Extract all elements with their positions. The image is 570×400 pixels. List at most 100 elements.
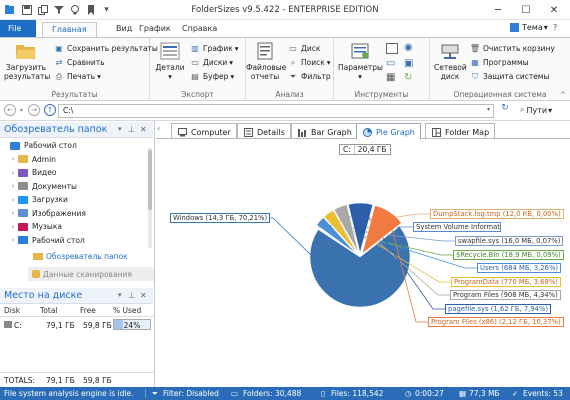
file-reports-label: Файловые отчеты [246,63,287,81]
load-results-label: Загрузить результаты [4,63,51,81]
drive-icon [4,321,12,328]
load-results-button[interactable]: Загрузить результаты [4,41,51,81]
terminal-icon[interactable]: ▦ [386,72,395,83]
expand-icon[interactable]: › [8,236,18,244]
status-bar: File system analysis engine is idle. ⏷ F… [0,387,570,400]
dropdown-icon[interactable]: ▾ [118,291,122,299]
tab-folder-map[interactable]: Folder Map [425,123,496,138]
disk-space-header: Место на диске ▾ ⊥ ✕ [0,288,153,304]
pin-icon[interactable]: ⊥ [128,291,135,300]
pin-icon[interactable]: ⊥ [128,125,135,134]
col-total[interactable]: Total [40,306,58,315]
tree-item[interactable]: Рабочий стол [0,139,77,152]
tab-details[interactable]: Details [237,123,291,138]
status-filter: Filter: Disabled [163,389,219,398]
tab-file[interactable]: File [0,20,36,37]
filter-button[interactable]: ⏷ Фильтр [288,70,331,83]
close-icon[interactable]: ✕ [140,125,147,134]
back-button[interactable]: ← [4,104,16,116]
params-button[interactable]: Параметры ▾ [338,41,383,81]
save-results-button[interactable]: ▣ Сохранить результаты [54,42,158,55]
print-button[interactable]: ⎙ Печать ▾ [54,70,101,83]
path-input[interactable]: C:\ [58,104,494,118]
tab-computer[interactable]: Computer [171,123,237,138]
tree-item[interactable]: › Музыка [0,220,62,233]
scan-icon[interactable]: ▣ [404,58,413,69]
tab-folder-browser-label: Обозреватель папок [46,252,128,261]
title-bar: ▾ FolderSizes v9.5.422 - ENTERPRISE EDIT… [0,0,570,20]
maximize-button[interactable]: ☐ [512,0,540,20]
expand-icon[interactable]: › [8,155,18,163]
details-button[interactable]: Детали ▾ [154,41,186,81]
back-dropdown-icon[interactable]: ▾ [20,107,23,114]
group-tools-label: Инструменты [354,90,409,99]
paths-label: Пути [526,105,548,115]
tab-pie-graph[interactable]: Pie Graph [356,123,421,139]
tree-item[interactable]: › Видео [0,166,57,179]
export-graph-button[interactable]: ▥ График ▾ [190,42,238,55]
expand-icon[interactable]: › [8,182,18,190]
programs-button[interactable]: ▦ Программы [470,56,528,69]
expand-icon[interactable]: › [8,223,18,231]
scroll-left-icon[interactable]: ‹ [157,124,165,137]
up-button[interactable]: ↑ [44,104,56,116]
expand-icon[interactable]: › [8,196,18,204]
go-button[interactable]: ↻ [498,103,512,117]
folder-icon [18,182,28,190]
group-analysis: Файловые отчеты ▭ Диск ⌕ Поиск ▾ ⏷ Фильтр Ан… [246,38,334,101]
tree-item-label: Документы [32,181,77,191]
export-disks-label: Диски [203,58,228,67]
disk-button[interactable]: ▭ Диск [288,42,320,55]
tree-item[interactable]: › Рабочий стол [0,234,85,247]
expand-icon[interactable]: › [8,169,18,177]
tab-scan-data[interactable]: Данные сканирования [28,267,154,281]
tab-bar-graph[interactable]: Bar Graph [291,123,358,138]
col-disk[interactable]: Disk [4,306,20,315]
dropdown-icon[interactable]: ▾ [118,125,122,133]
monitor-icon[interactable]: ▭ [386,58,395,69]
status-folders: Folders: 30,488 [243,389,302,398]
clean-bin-button[interactable]: 🗑 Очистить корзину [470,42,555,55]
col-used[interactable]: % Used [113,306,141,315]
minimize-button[interactable]: ─ [484,0,512,20]
address-bar: ← ▾ → ↑ C:\ ▾ ↻ ⌕ Пути ▾ [0,101,570,121]
table-row[interactable]: C: 79,1 ГБ 59,8 ГБ 24% [0,318,154,331]
path-dropdown-icon[interactable]: ▾ [487,106,490,113]
net-disk-button[interactable]: Сетевой диск [434,41,467,81]
close-button[interactable]: ✕ [540,0,568,20]
close-icon[interactable]: ✕ [140,291,147,300]
protect-button[interactable]: ⛉ Защита системы [470,70,549,83]
print-label: Печать [67,72,96,81]
tab-help[interactable]: Справка [173,22,226,37]
disk-cell: C: [14,321,22,330]
refresh-icon[interactable]: ↻ [404,72,412,83]
tree-item[interactable]: › Изображения [0,207,86,220]
export-disks-button[interactable]: ▭ Диски ▾ [190,56,233,69]
tab-folder-browser[interactable]: Обозреватель папок [33,252,128,261]
totals-row: TOTALS: 79,1 ГБ 59,8 ГБ [0,372,154,386]
tab-main[interactable]: Главная [42,22,97,37]
camera-icon[interactable]: ◉ [404,42,413,53]
paths-button[interactable]: ⌕ Пути ▾ [520,105,552,115]
tree-item[interactable]: › Загрузки [0,193,68,206]
group-analysis-label: Анализ [275,90,304,99]
compare-button[interactable]: ⇄ Сравнить [54,56,105,69]
collapse-ribbon-icon[interactable]: ^ [560,91,566,99]
window-icon[interactable] [386,43,398,54]
search-button[interactable]: ⌕ Поиск ▾ [288,56,331,69]
help-icon[interactable]: ? [553,23,557,32]
tab-details-label: Details [257,127,285,137]
totals-free: 59,8 ГБ [83,376,112,385]
col-free[interactable]: Free [80,306,96,315]
file-reports-button[interactable]: Файловые отчеты [246,41,287,81]
tree-item[interactable]: › Admin [0,153,56,166]
expand-icon[interactable]: › [8,209,18,217]
tree-item[interactable]: › Документы [0,180,77,193]
tree-scrollbar[interactable] [148,148,152,248]
computer-icon [177,127,187,137]
export-buffer-button[interactable]: ▤ Буфер ▾ [190,70,234,83]
tab-computer-label: Computer [191,127,231,137]
theme-menu[interactable]: Тема ▾ [510,23,548,32]
forward-button[interactable]: → [28,104,40,116]
tree-item-label: Рабочий стол [24,141,77,150]
